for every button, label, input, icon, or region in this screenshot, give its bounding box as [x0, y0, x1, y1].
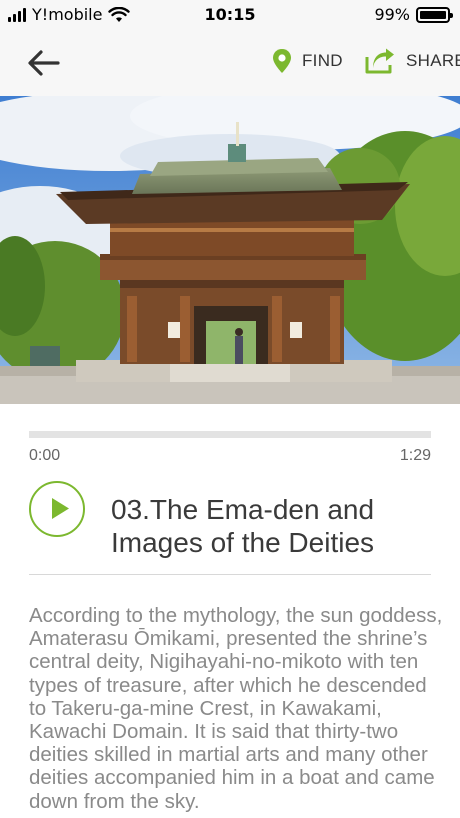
- status-bar: Y!mobile 10:15 99%: [0, 0, 460, 30]
- back-button[interactable]: [24, 46, 64, 80]
- find-label: FIND: [302, 51, 343, 70]
- shrine-gate-photo: [0, 96, 460, 404]
- share-icon: [365, 48, 394, 74]
- description-text: According to the mythology, the sun godd…: [29, 604, 443, 813]
- battery-icon: [416, 6, 453, 23]
- map-pin-icon: [273, 49, 291, 73]
- track-title: 03.The Ema-den and Images of the Deities: [111, 494, 375, 558]
- share-label: SHARE: [406, 51, 460, 70]
- battery-fill: [420, 10, 446, 19]
- battery-percent: 99%: [374, 5, 410, 24]
- duration: 1:29: [399, 447, 431, 464]
- current-time: 0:00: [29, 447, 61, 464]
- play-button[interactable]: [29, 481, 85, 537]
- play-icon: [52, 498, 69, 519]
- audio-progress-bar[interactable]: [29, 431, 431, 438]
- divider: [29, 574, 431, 575]
- arrow-left-icon: [28, 50, 60, 76]
- nav-bar: FIND SHARE: [0, 30, 460, 96]
- battery-group: 99%: [374, 5, 453, 24]
- share-button[interactable]: SHARE: [364, 48, 460, 74]
- find-button[interactable]: FIND: [272, 48, 343, 74]
